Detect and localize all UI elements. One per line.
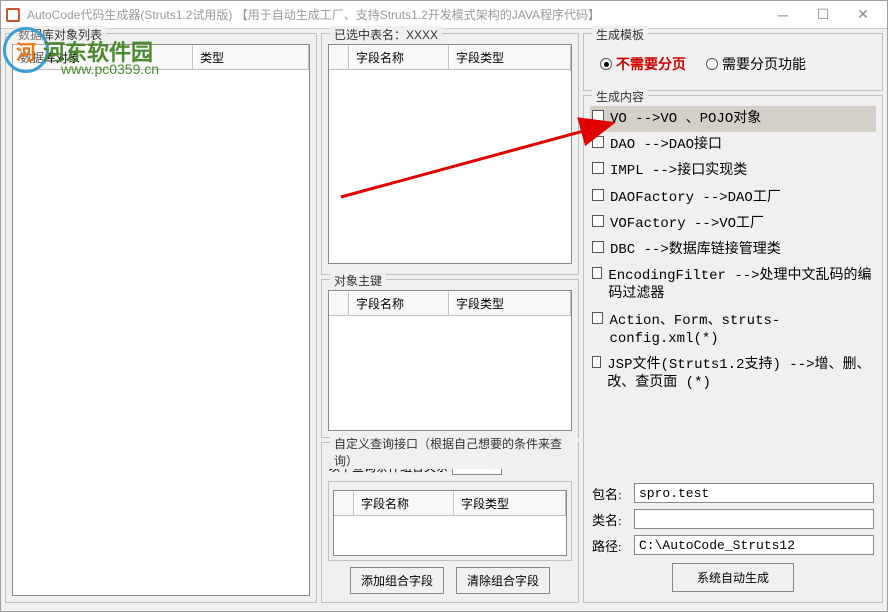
checkbox-icon xyxy=(592,241,604,253)
path-row: 路径: xyxy=(592,535,874,555)
check-dao[interactable]: DAO -->DAO接口 xyxy=(590,132,876,158)
col-fieldname[interactable]: 字段名称 xyxy=(354,491,454,515)
path-input[interactable] xyxy=(634,535,874,555)
col-fieldname[interactable]: 字段名称 xyxy=(349,291,449,315)
checkbox-icon xyxy=(592,162,604,174)
db-objects-table[interactable]: 数据库对象 类型 xyxy=(12,44,310,596)
combo-fields-table-wrap: 字段名称 字段类型 xyxy=(328,481,572,561)
db-col-type[interactable]: 类型 xyxy=(193,45,309,69)
checkbox-icon xyxy=(592,189,604,201)
col-check[interactable] xyxy=(329,291,349,315)
check-encodingfilter[interactable]: EncodingFilter -->处理中文乱码的编码过滤器 xyxy=(590,263,876,307)
close-button[interactable]: ✕ xyxy=(843,1,883,29)
checkbox-icon xyxy=(592,356,601,368)
add-combo-button[interactable]: 添加组合字段 xyxy=(350,567,444,594)
pk-title: 对象主键 xyxy=(330,272,386,289)
gen-content-title: 生成内容 xyxy=(592,88,648,105)
window-title: AutoCode代码生成器(Struts1.2试用版) 【用于自动生成工厂、支持… xyxy=(27,6,763,23)
check-dbc[interactable]: DBC -->数据库链接管理类 xyxy=(590,237,876,263)
combo-fields-table[interactable]: 字段名称 字段类型 xyxy=(333,490,567,556)
db-objects-title: 数据库对象列表 xyxy=(14,26,106,43)
check-vo[interactable]: VO -->VO 、POJO对象 xyxy=(590,106,876,132)
app-icon xyxy=(5,7,21,23)
classname-label: 类名: xyxy=(592,510,630,529)
db-objects-group: 数据库对象列表 数据库对象 类型 xyxy=(5,33,317,603)
maximize-button[interactable]: ☐ xyxy=(803,1,843,29)
check-vofactory[interactable]: VOFactory -->VO工厂 xyxy=(590,211,876,237)
col-fieldname[interactable]: 字段名称 xyxy=(349,45,449,69)
right-column: 生成模板 不需要分页 需要分页功能 生成内容 VO -->VO 、POJO对象 … xyxy=(583,33,883,607)
checkbox-icon xyxy=(592,267,602,279)
radio-paging[interactable]: 需要分页功能 xyxy=(706,54,806,74)
selected-table-group: 已选中表名：XXXX 字段名称 字段类型 xyxy=(321,33,579,275)
radio-no-paging[interactable]: 不需要分页 xyxy=(600,54,686,74)
pk-group: 对象主键 字段名称 字段类型 xyxy=(321,279,579,438)
left-column: 数据库对象列表 数据库对象 类型 xyxy=(5,33,317,607)
package-input[interactable] xyxy=(634,483,874,503)
radio-icon xyxy=(706,58,718,70)
app-window: AutoCode代码生成器(Struts1.2试用版) 【用于自动生成工厂、支持… xyxy=(0,0,888,612)
checkbox-icon xyxy=(592,136,604,148)
checkbox-icon xyxy=(592,312,603,324)
custom-query-title: 自定义查询接口（根据自己想要的条件来查询） xyxy=(330,435,578,469)
selected-table-title: 已选中表名：XXXX xyxy=(330,26,442,43)
db-col-object[interactable]: 数据库对象 xyxy=(13,45,193,69)
check-impl[interactable]: IMPL -->接口实现类 xyxy=(590,158,876,184)
checkbox-icon xyxy=(592,215,604,227)
content-area: 数据库对象列表 数据库对象 类型 已选中表名：XXXX 字段名称 字段类型 xyxy=(1,29,887,611)
titlebar: AutoCode代码生成器(Struts1.2试用版) 【用于自动生成工厂、支持… xyxy=(1,1,887,29)
check-daofactory[interactable]: DAOFactory -->DAO工厂 xyxy=(590,185,876,211)
check-jsp[interactable]: JSP文件(Struts1.2支持) -->增、删、改、查页面 (*) xyxy=(590,352,876,396)
col-fieldtype[interactable]: 字段类型 xyxy=(454,491,566,515)
template-title: 生成模板 xyxy=(592,26,648,43)
minimize-button[interactable]: ─ xyxy=(763,1,803,29)
package-label: 包名: xyxy=(592,484,630,503)
table-header: 字段名称 字段类型 xyxy=(329,45,571,70)
template-group: 生成模板 不需要分页 需要分页功能 xyxy=(583,33,883,91)
package-row: 包名: xyxy=(592,483,874,503)
classname-row: 类名: xyxy=(592,509,874,529)
table-header: 字段名称 字段类型 xyxy=(329,291,571,316)
path-label: 路径: xyxy=(592,536,630,555)
col-fieldtype[interactable]: 字段类型 xyxy=(449,291,571,315)
classname-input[interactable] xyxy=(634,509,874,529)
pk-table[interactable]: 字段名称 字段类型 xyxy=(328,290,572,431)
col-check[interactable] xyxy=(329,45,349,69)
gen-content-group: 生成内容 VO -->VO 、POJO对象 DAO -->DAO接口 IMPL … xyxy=(583,95,883,603)
middle-column: 已选中表名：XXXX 字段名称 字段类型 对象主键 字段名称 字段类型 xyxy=(321,33,579,607)
table-header: 数据库对象 类型 xyxy=(13,45,309,70)
clear-combo-button[interactable]: 清除组合字段 xyxy=(456,567,550,594)
col-check[interactable] xyxy=(334,491,354,515)
custom-query-group: 自定义查询接口（根据自己想要的条件来查询） 以下查询条件组合关系 字段名称 字段… xyxy=(321,442,579,603)
col-fieldtype[interactable]: 字段类型 xyxy=(449,45,571,69)
combo-buttons: 添加组合字段 清除组合字段 xyxy=(328,561,572,596)
fields-table[interactable]: 字段名称 字段类型 xyxy=(328,44,572,264)
check-action-form[interactable]: Action、Form、struts-config.xml(*) xyxy=(590,308,876,352)
radio-icon xyxy=(600,58,612,70)
checkbox-icon xyxy=(592,110,604,122)
table-header: 字段名称 字段类型 xyxy=(334,491,566,516)
generate-button[interactable]: 系统自动生成 xyxy=(672,563,794,592)
